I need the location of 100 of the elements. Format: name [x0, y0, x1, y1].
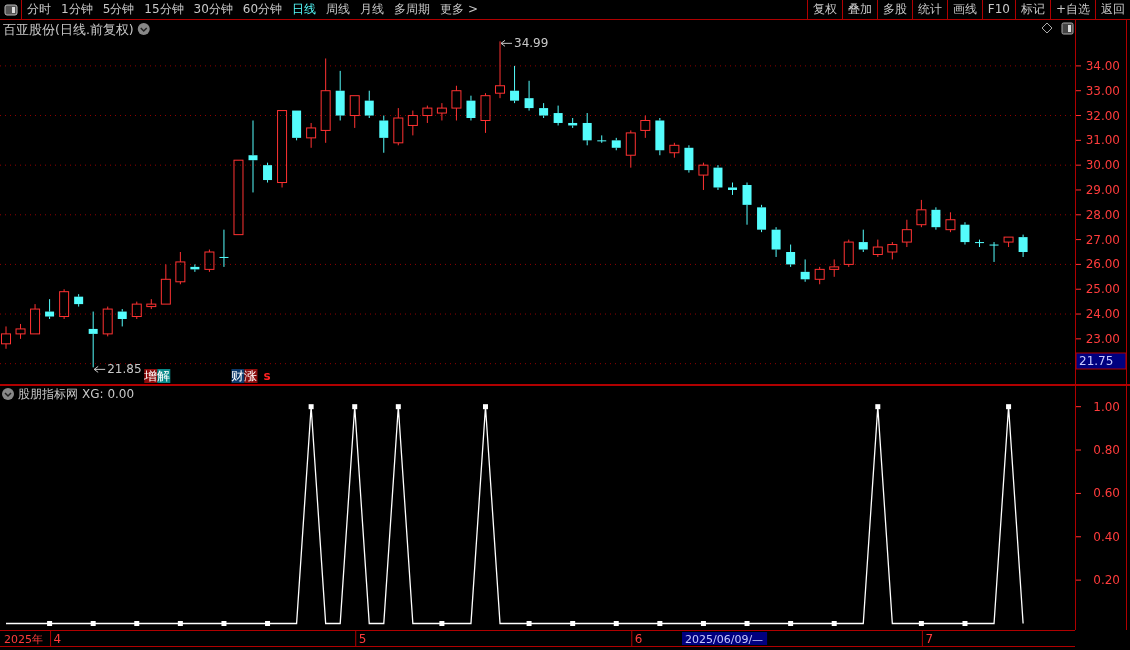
toolbar-button[interactable]: +自选 — [1049, 0, 1095, 19]
candlestick — [814, 266, 825, 285]
candlestick — [655, 117, 665, 156]
candlestick — [379, 115, 389, 154]
candlestick — [1003, 236, 1014, 248]
point-marker — [308, 404, 314, 410]
candlestick — [117, 308, 127, 327]
candlestick — [887, 241, 898, 260]
point-marker — [918, 621, 924, 626]
point-marker — [439, 621, 445, 626]
point-marker — [700, 621, 706, 626]
candlestick — [175, 251, 186, 285]
period-tab[interactable]: 30分钟 — [188, 0, 238, 19]
point-marker — [570, 621, 576, 626]
period-tab[interactable]: 60分钟 — [237, 0, 288, 19]
candlestick — [306, 122, 317, 149]
candlestick — [15, 323, 26, 340]
candlestick — [625, 129, 636, 169]
toolbar-button[interactable]: 多股 — [876, 0, 912, 19]
point-marker — [613, 621, 619, 626]
candlestick — [510, 65, 520, 104]
point-marker — [831, 621, 837, 626]
candlestick — [524, 80, 534, 112]
candlestick — [713, 164, 723, 191]
point-marker — [90, 621, 96, 626]
toolbar-button[interactable]: 画线 — [946, 0, 982, 19]
candlestick — [568, 117, 578, 129]
stock-title: 百亚股份(日线.前复权) — [3, 22, 134, 37]
candlestick — [364, 90, 374, 119]
candlestick — [829, 258, 840, 278]
candlestick — [901, 219, 912, 248]
candlestick — [771, 226, 781, 258]
chevron-down-icon[interactable] — [2, 388, 14, 400]
toolbar-button[interactable]: 叠加 — [841, 0, 877, 19]
candlestick — [349, 95, 360, 129]
period-tab[interactable]: 多周期 — [389, 0, 436, 19]
leader-line — [93, 365, 106, 373]
point-marker — [352, 404, 358, 410]
candlestick — [160, 263, 171, 305]
chevron-down-icon[interactable] — [137, 23, 150, 35]
axis-label: 33.00 — [1085, 83, 1120, 98]
diamond-icon[interactable] — [1041, 22, 1053, 34]
candlestick — [451, 85, 462, 121]
point-marker — [265, 621, 271, 626]
candlestick — [582, 112, 592, 146]
candlestick — [190, 263, 200, 273]
period-tab[interactable]: 5分钟 — [97, 0, 140, 19]
candlestick — [131, 301, 142, 320]
period-tab[interactable]: 周线 — [321, 0, 356, 19]
candlestick — [45, 298, 55, 320]
candlestick — [553, 105, 563, 126]
period-tab[interactable]: 更多 > — [435, 0, 483, 19]
candlestick — [263, 162, 273, 184]
year-label: 2025年 — [4, 633, 43, 646]
candlestick — [800, 258, 810, 283]
axis-label: 0.80 — [1093, 443, 1120, 458]
candlestick — [30, 303, 41, 335]
period-tab[interactable]: 分时 — [22, 0, 56, 19]
period-tab[interactable]: 日线 — [287, 0, 322, 19]
panel-toggle-icon[interactable] — [3, 3, 18, 16]
axis-label: 31.00 — [1085, 133, 1120, 148]
candlestick — [931, 206, 941, 231]
candlestick — [436, 102, 447, 121]
candlestick — [989, 241, 999, 263]
axis-label: 24.00 — [1085, 307, 1120, 322]
point-marker — [657, 621, 663, 626]
period-tab[interactable]: 月线 — [355, 0, 390, 19]
price-label: 34.99 — [514, 36, 549, 51]
event-mark: s — [263, 369, 271, 383]
axis-label: 23.00 — [1085, 331, 1120, 346]
point-marker — [1006, 404, 1012, 410]
candlestick — [611, 137, 621, 151]
point-marker — [221, 621, 227, 626]
candlestick — [204, 249, 215, 273]
panel-toggle-icon[interactable] — [1061, 22, 1074, 35]
axis-label: 4 — [53, 632, 62, 646]
candlestick — [975, 239, 984, 248]
toolbar-button[interactable]: 标记 — [1014, 0, 1050, 19]
candlestick — [858, 229, 868, 253]
date-cursor-label: 2025/06/09/— — [682, 632, 768, 646]
axis-label: 0.60 — [1093, 486, 1120, 501]
candlestick — [74, 293, 84, 308]
candlestick — [757, 204, 767, 233]
axis-label: 26.00 — [1085, 257, 1120, 272]
period-tab[interactable]: 1分钟 — [56, 0, 98, 19]
candlestick — [916, 199, 927, 228]
axis-label: 7 — [925, 632, 934, 646]
period-tab[interactable]: 15分钟 — [139, 0, 189, 19]
toolbar-button[interactable]: 返回 — [1095, 0, 1130, 19]
axis-label: 25.00 — [1085, 282, 1120, 297]
axis-label: 30.00 — [1085, 158, 1120, 173]
candlestick — [59, 288, 70, 320]
candlestick — [88, 311, 98, 368]
toolbar-button[interactable]: 复权 — [806, 0, 842, 19]
point-marker — [788, 621, 794, 626]
axis-label: 34.00 — [1085, 58, 1120, 73]
point-marker — [47, 621, 53, 626]
candlestick — [728, 182, 737, 196]
toolbar-button[interactable]: 统计 — [911, 0, 947, 19]
toolbar-button[interactable]: F10 — [981, 0, 1015, 19]
